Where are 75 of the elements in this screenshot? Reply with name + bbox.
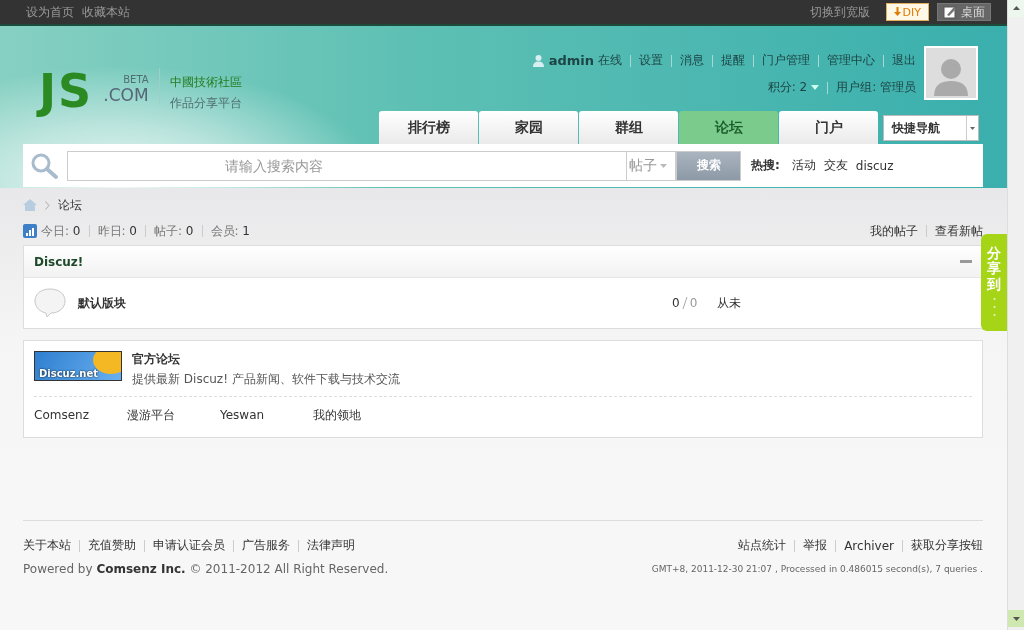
down-arrow-icon (893, 6, 901, 16)
nav-tab[interactable]: 家园 (479, 111, 578, 144)
collapse-icon[interactable] (960, 259, 972, 264)
hot-search-link[interactable]: 交友 (823, 157, 848, 174)
link-description: 提供最新 Discuz! 产品新闻、软件下载与技术交流 (132, 371, 400, 388)
footer-link[interactable]: 获取分享按钮 (911, 537, 983, 554)
avatar-image[interactable] (924, 46, 978, 100)
chevron-icon (45, 200, 50, 210)
last-post: 从未 (717, 294, 741, 312)
footer-link[interactable]: 申请认证会员 (153, 537, 225, 554)
footer-link[interactable]: 站点统计 (738, 537, 787, 554)
friend-link[interactable]: 我的领地 (313, 406, 406, 424)
caret-icon (811, 85, 820, 90)
copyright-text: Powered by Comsenz Inc. © 2011-2012 All Right Reserved. (23, 561, 389, 576)
desktop-button[interactable]: 桌面 (937, 3, 991, 21)
top-link[interactable]: 设为首页 (26, 3, 74, 21)
nav-tab[interactable]: 群组 (579, 111, 678, 144)
nav-tab[interactable]: 门户 (779, 111, 878, 144)
top-link[interactable]: 收藏本站 (82, 3, 130, 21)
footer-link[interactable]: 广告服务 (242, 537, 290, 554)
thread-count: 0 (672, 296, 680, 310)
category-title[interactable]: Discuz! (34, 254, 84, 269)
user-menu-link[interactable]: 设置 (639, 52, 663, 69)
breadcrumb-link[interactable]: 论坛 (58, 196, 82, 214)
hot-search-link[interactable]: 活动 (791, 157, 816, 174)
footer-link[interactable]: Archiver (844, 538, 894, 553)
user-icon (531, 54, 545, 67)
quick-nav-button[interactable]: 快捷导航 (883, 115, 979, 141)
logo-subtitle: 作品分享平台 (169, 95, 242, 112)
user-menu-link[interactable]: 管理中心 (827, 52, 875, 69)
stat-text: 昨日: 0 (97, 222, 137, 240)
search-icon (30, 151, 60, 180)
user-menu-link[interactable]: 退出 (892, 52, 916, 69)
friend-link[interactable]: Yeswan (220, 408, 313, 422)
link-title[interactable]: 官方论坛 (132, 351, 400, 368)
user-group: 用户组: 管理员 (836, 79, 916, 96)
caret-icon (660, 163, 667, 168)
scrollbar[interactable] (1007, 0, 1024, 630)
post-link[interactable]: 查看新帖 (935, 222, 983, 240)
footer-link[interactable]: 举报 (803, 537, 828, 554)
logo-tagline: 中國技術社區 (169, 74, 242, 91)
online-status: 在线 (598, 52, 622, 69)
debug-info: GMT+8, 2011-12-30 21:07 , Processed in 0.486015 second(s), 7 queries . (651, 563, 983, 574)
hot-search-link[interactable]: discuz (855, 158, 894, 173)
credits-link[interactable]: 积分: 2 (767, 79, 808, 96)
user-menu-link[interactable]: 提醒 (721, 52, 745, 69)
post-link[interactable]: 我的帖子 (870, 222, 918, 240)
scroll-up-icon[interactable] (1008, 0, 1024, 17)
stat-text: 会员: 1 (210, 222, 250, 240)
username-link[interactable]: admin (548, 53, 594, 68)
stat-text: 帖子: 0 (154, 222, 194, 240)
friend-link[interactable]: 漫游平台 (127, 406, 220, 424)
switch-width-link[interactable]: 切换到宽版 (809, 3, 870, 21)
edit-icon (943, 5, 957, 19)
search-field[interactable]: 请输入搜索内容 (67, 150, 627, 181)
hot-search-label: 热搜: (751, 157, 780, 174)
footer-link[interactable]: 法律声明 (307, 537, 355, 554)
friend-link[interactable]: Comsenz (34, 408, 127, 422)
forum-name-link[interactable]: 默认版块 (78, 294, 672, 312)
home-icon[interactable] (23, 199, 37, 211)
nav-tab[interactable]: 排行榜 (379, 111, 478, 144)
nav-tab[interactable]: 论坛 (679, 111, 778, 144)
stat-text: 今日: 0 (41, 222, 81, 240)
beta-label: BETA (123, 74, 149, 85)
caret-icon (970, 126, 975, 130)
logo-domain: .COM (103, 85, 149, 105)
stats-icon (23, 224, 37, 238)
post-count: 0 (689, 296, 698, 310)
footer-link[interactable]: 充值赞助 (88, 537, 136, 554)
user-menu-link[interactable]: 消息 (680, 52, 704, 69)
slash-icon (681, 297, 688, 309)
speech-bubble-icon (34, 288, 66, 318)
user-menu-link[interactable]: 门户管理 (762, 52, 810, 69)
footer-link[interactable]: 关于本站 (23, 537, 71, 554)
scroll-down-icon[interactable] (1008, 610, 1024, 627)
